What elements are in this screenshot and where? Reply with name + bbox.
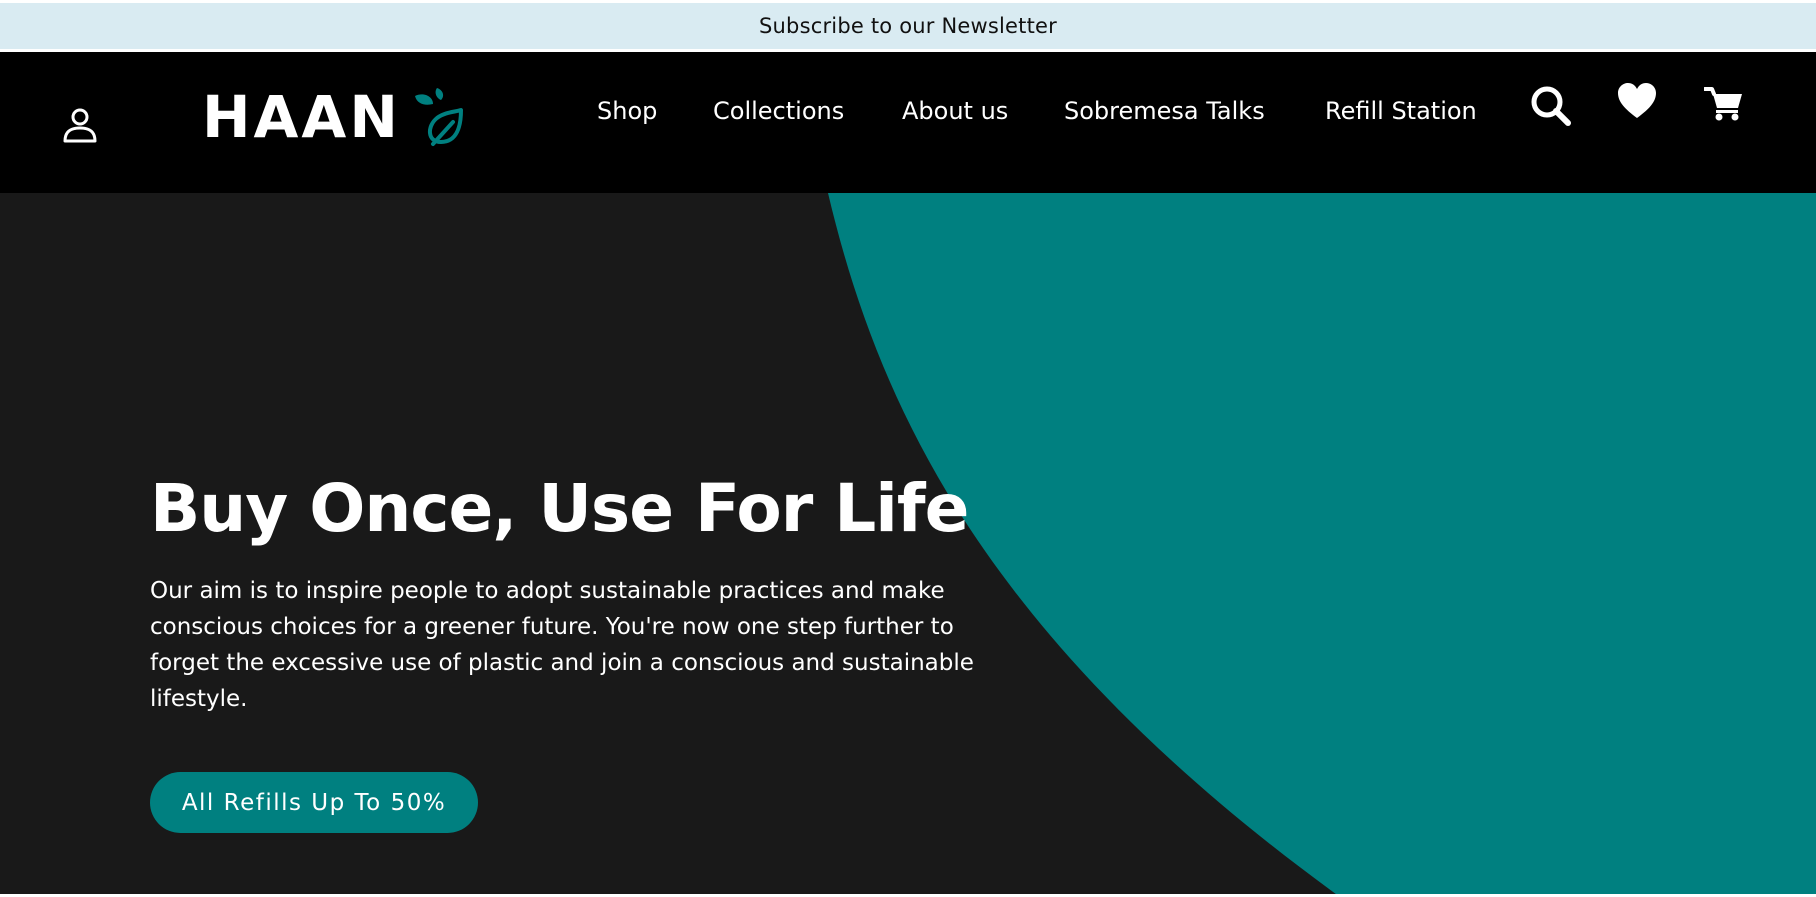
main-header: HAAN Shop Collections About us Sobremesa… [0, 52, 1816, 193]
hero-title: Buy Once, Use For Life [150, 470, 969, 547]
wishlist-button[interactable] [1617, 82, 1657, 124]
refills-cta-button[interactable]: All Refills Up To 50% [150, 772, 478, 833]
newsletter-banner[interactable]: Subscribe to our Newsletter [0, 3, 1816, 49]
hero-description: Our aim is to inspire people to adopt su… [150, 578, 974, 712]
nav-refill-station[interactable]: Refill Station [1325, 97, 1477, 126]
hero-section: Buy Once, Use For Life Our aim is to ins… [0, 193, 1816, 897]
cart-button[interactable] [1703, 86, 1744, 126]
account-button[interactable] [60, 105, 100, 145]
user-icon [63, 108, 97, 143]
search-icon [1531, 86, 1571, 126]
leaf-logo-icon [414, 88, 463, 146]
logo-text: HAAN [202, 83, 401, 151]
nav-sobremesa-talks[interactable]: Sobremesa Talks [1064, 97, 1265, 126]
cart-icon [1703, 87, 1742, 121]
nav-shop[interactable]: Shop [597, 97, 657, 126]
search-button[interactable] [1529, 84, 1573, 132]
heart-icon [1618, 83, 1656, 118]
haan-logo[interactable]: HAAN [202, 82, 467, 152]
nav-about-us[interactable]: About us [902, 97, 1008, 126]
newsletter-banner-text[interactable]: Subscribe to our Newsletter [759, 14, 1057, 38]
nav-collections[interactable]: Collections [713, 97, 844, 126]
